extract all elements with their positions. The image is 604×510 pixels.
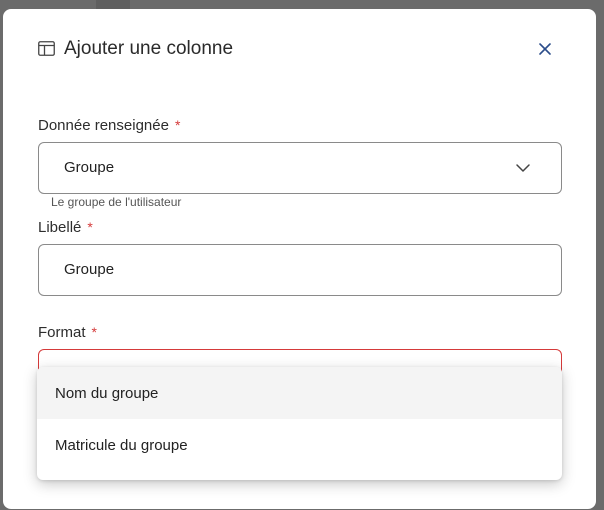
format-field-label: Format *: [38, 324, 97, 341]
data-field-hint: Le groupe de l'utilisateur: [51, 195, 182, 209]
dropdown-option-nom-du-groupe[interactable]: Nom du groupe: [37, 367, 562, 419]
required-marker: *: [174, 117, 181, 133]
data-select[interactable]: Groupe: [38, 142, 562, 194]
label-input[interactable]: Groupe: [38, 244, 562, 296]
chevron-down-icon: [515, 161, 531, 175]
data-select-value: Groupe: [64, 159, 115, 176]
table-columns-icon: [38, 41, 55, 56]
dropdown-option-matricule-du-groupe[interactable]: Matricule du groupe: [37, 419, 562, 471]
close-icon: [539, 43, 551, 55]
close-button[interactable]: [533, 37, 557, 61]
data-field-label: Donnée renseignée *: [38, 117, 181, 134]
dialog-title: Ajouter une colonne: [64, 38, 234, 59]
background-page-edge: [596, 0, 604, 510]
label-input-value: Groupe: [64, 261, 115, 278]
label-field-label: Libellé *: [38, 219, 93, 236]
required-marker: *: [87, 219, 93, 235]
format-dropdown-menu: Nom du groupe Matricule du groupe: [37, 367, 562, 480]
dialog-header: Ajouter une colonne: [3, 9, 596, 91]
required-marker: *: [91, 324, 97, 340]
